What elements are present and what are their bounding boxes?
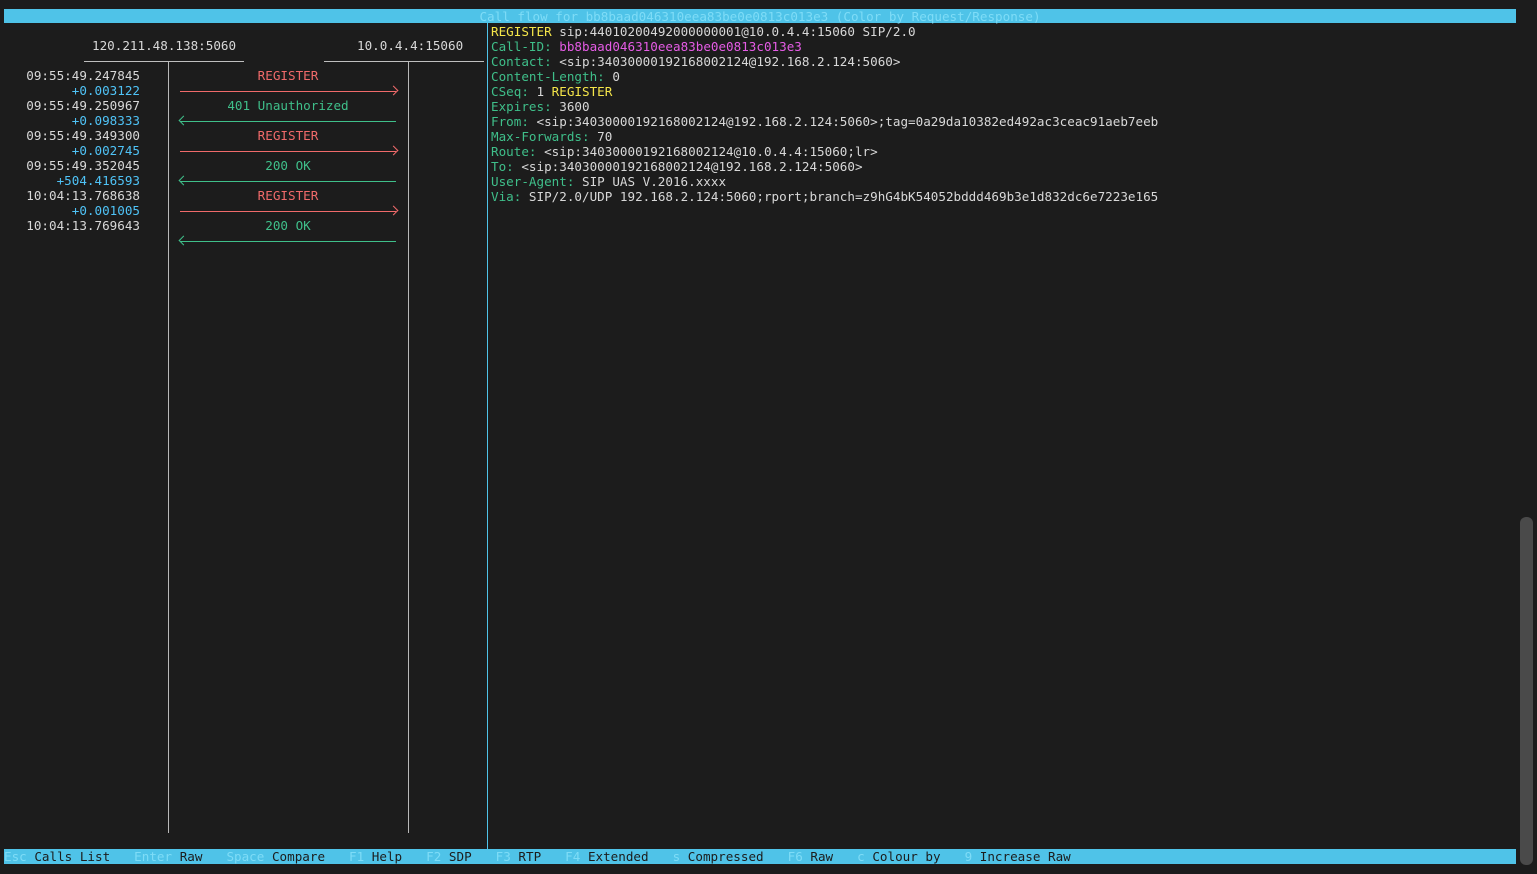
header-name: Content-Length: <box>491 69 605 84</box>
scrollbar-thumb[interactable] <box>1520 517 1533 865</box>
time-delta: +0.002745 <box>71 143 140 158</box>
key-space[interactable]: Space Compare <box>226 849 325 864</box>
header-call-id: Call-ID: bb8baad046310eea83be0e0813c013e… <box>491 39 1158 54</box>
panel-divider <box>487 23 488 849</box>
host-a-label: 120.211.48.138:5060 <box>92 38 237 53</box>
header-value: 3600 <box>551 99 590 114</box>
header-name: To: <box>491 159 514 174</box>
host-b-label: 10.0.4.4:15060 <box>357 38 464 53</box>
key-enter[interactable]: Enter Raw <box>134 849 202 864</box>
header-user-agent: User-Agent: SIP UAS V.2016.xxxx <box>491 174 1158 189</box>
message-arrow-left[interactable] <box>180 241 396 242</box>
header-value: <sip:34030000192168002124@192.168.2.124:… <box>513 159 863 174</box>
request-line: REGISTER sip:44010200492000000001@10.0.4… <box>491 24 1158 39</box>
header-name: Call-ID: <box>491 39 552 54</box>
time-delta: +504.416593 <box>56 173 140 188</box>
header-max-forwards: Max-Forwards: 70 <box>491 129 1158 144</box>
header-value: SIP UAS V.2016.xxxx <box>574 174 727 189</box>
timestamp: 09:55:49.352045 <box>26 158 140 173</box>
message-arrow-left[interactable] <box>180 121 396 122</box>
header-name: Via: <box>491 189 522 204</box>
header-cseq: CSeq: 1 REGISTER <box>491 84 1158 99</box>
header-name: Contact: <box>491 54 552 69</box>
window-title: Call flow for bb8baad046310eea83be0e0813… <box>4 9 1516 24</box>
message-arrow-left[interactable] <box>180 181 396 182</box>
key-f4[interactable]: F4 Extended <box>565 849 648 864</box>
call-flow-panel: 120.211.48.138:5060 10.0.4.4:15060 09:55… <box>0 23 486 849</box>
key-c[interactable]: c Colour by <box>857 849 940 864</box>
header-value: <sip:34030000192168002124@192.168.2.124:… <box>528 114 1159 129</box>
header-name: User-Agent: <box>491 174 575 189</box>
header-name: CSeq: <box>491 84 529 99</box>
time-delta: +0.003122 <box>71 83 140 98</box>
message-label-register[interactable]: REGISTER <box>180 188 396 203</box>
key-f6[interactable]: F6 Raw <box>788 849 834 864</box>
cseq-method: REGISTER <box>551 84 613 99</box>
header-value: 70 <box>589 129 613 144</box>
header-via: Via: SIP/2.0/UDP 192.168.2.124:5060;rpor… <box>491 189 1158 204</box>
message-arrow-right[interactable] <box>180 151 396 152</box>
timestamp: 10:04:13.769643 <box>26 218 140 233</box>
message-label-200[interactable]: 200 OK <box>180 218 396 233</box>
timestamp: 09:55:49.247845 <box>26 68 140 83</box>
key-f3[interactable]: F3 RTP <box>496 849 542 864</box>
header-route: Route: <sip:34030000192168002124@10.0.4.… <box>491 144 1158 159</box>
request-method: REGISTER <box>491 24 552 39</box>
key-esc[interactable]: Esc Calls List <box>4 849 110 864</box>
time-delta: +0.098333 <box>71 113 140 128</box>
key-s[interactable]: s Compressed <box>673 849 764 864</box>
sip-message-panel: REGISTER sip:44010200492000000001@10.0.4… <box>491 24 1158 204</box>
timestamp: 10:04:13.768638 <box>26 188 140 203</box>
timestamp: 09:55:49.250967 <box>26 98 140 113</box>
time-delta: +0.001005 <box>71 203 140 218</box>
header-name: From: <box>491 114 529 129</box>
host-b-lifeline <box>408 62 409 833</box>
header-value: bb8baad046310eea83be0e0813c013e3 <box>551 39 802 54</box>
header-value: <sip:34030000192168002124@192.168.2.124:… <box>551 54 901 69</box>
key-help-bar: Esc Calls List Enter Raw Space Compare F1 H… <box>4 849 1516 864</box>
header-name: Max-Forwards: <box>491 129 590 144</box>
message-label-200[interactable]: 200 OK <box>180 158 396 173</box>
message-label-401[interactable]: 401 Unauthorized <box>180 98 396 113</box>
header-contact: Contact: <sip:34030000192168002124@192.1… <box>491 54 1158 69</box>
header-value: 0 <box>604 69 620 84</box>
message-label-register[interactable]: REGISTER <box>180 128 396 143</box>
timestamp: 09:55:49.349300 <box>26 128 140 143</box>
header-to: To: <sip:34030000192168002124@192.168.2.… <box>491 159 1158 174</box>
request-uri: sip:44010200492000000001@10.0.4.4:15060 … <box>551 24 916 39</box>
message-arrow-right[interactable] <box>180 211 396 212</box>
header-from: From: <sip:34030000192168002124@192.168.… <box>491 114 1158 129</box>
header-value: 1 <box>528 84 552 99</box>
header-value: SIP/2.0/UDP 192.168.2.124:5060;rport;bra… <box>521 189 1159 204</box>
host-b-underline <box>324 61 484 62</box>
header-name: Route: <box>491 144 537 159</box>
message-label-register[interactable]: REGISTER <box>180 68 396 83</box>
key-f2[interactable]: F2 SDP <box>426 849 472 864</box>
header-content-length: Content-Length: 0 <box>491 69 1158 84</box>
header-value: <sip:34030000192168002124@10.0.4.4:15060… <box>536 144 878 159</box>
host-a-underline <box>84 61 244 62</box>
host-a-lifeline <box>168 62 169 833</box>
key-f1[interactable]: F1 Help <box>349 849 402 864</box>
scrollbar[interactable] <box>1517 9 1537 865</box>
header-name: Expires: <box>491 99 552 114</box>
header-expires: Expires: 3600 <box>491 99 1158 114</box>
key-9[interactable]: 9 Increase Raw <box>965 849 1071 864</box>
message-arrow-right[interactable] <box>180 91 396 92</box>
